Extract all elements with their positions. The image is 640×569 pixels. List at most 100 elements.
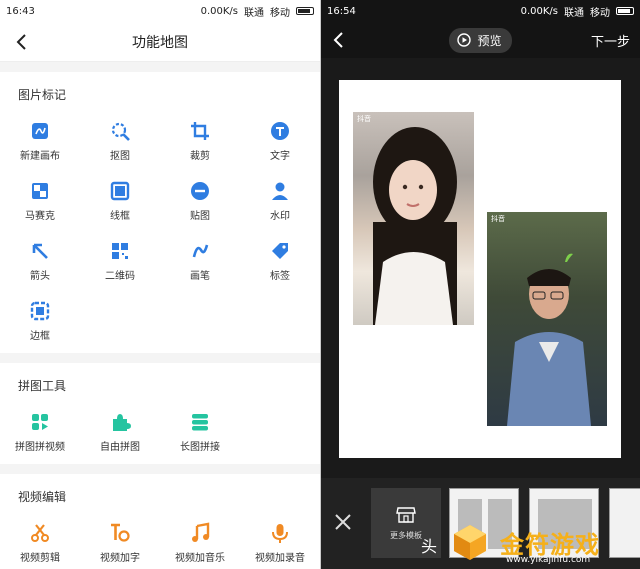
tool-label: 抠图 (110, 151, 130, 162)
arrow-icon (32, 243, 48, 259)
tool-label: 马赛克 (25, 211, 55, 222)
tool-item[interactable]: 贴图 (160, 171, 240, 231)
back-arrow-icon[interactable] (12, 32, 32, 52)
collage-video-icon (32, 414, 48, 430)
tool-label: 贴图 (190, 211, 210, 222)
status-bar: 16:43 0.00K/s 联通 移动 (0, 0, 320, 22)
music-icon (192, 522, 210, 542)
battery-icon (296, 7, 314, 15)
tool-item[interactable]: 画笔 (160, 231, 240, 291)
douyin-watermark: 抖音 (491, 215, 505, 223)
tool-label: 边框 (30, 331, 50, 342)
tool-grid: 拼图拼视频 自由拼图 长图拼接 (0, 402, 320, 464)
tool-item[interactable]: 视频加字 (80, 513, 160, 569)
tool-grid: 视频剪辑 视频加字 视频加音乐 视频加录音 (0, 513, 320, 569)
tool-label: 裁剪 (190, 151, 210, 162)
scissors-icon (31, 524, 49, 542)
watermark-url: www.yikajinfu.com (506, 555, 591, 565)
collage-editor-screen: 16:54 0.00K/s 联通 移动 预览 下一步 抖音 抖音 更多模板 头 (321, 0, 640, 569)
divider (0, 464, 320, 474)
status-bar: 16:54 0.00K/s 联通 移动 (321, 0, 640, 22)
tool-item[interactable]: 抠图 (80, 111, 160, 171)
next-step-button[interactable]: 下一步 (591, 31, 630, 50)
tool-item[interactable]: 自由拼图 (80, 402, 160, 462)
tool-item[interactable]: 文字 (240, 111, 320, 171)
tool-label: 文字 (270, 151, 290, 162)
long-image-icon (192, 414, 208, 431)
divider (0, 62, 320, 72)
photo-girl[interactable]: 抖音 (353, 112, 474, 325)
preview-label: 预览 (477, 33, 502, 48)
tool-label: 拼图拼视频 (15, 442, 65, 453)
tool-label: 画笔 (190, 271, 210, 282)
video-text-icon (111, 523, 130, 542)
back-arrow-icon[interactable] (329, 30, 349, 50)
photo-boy[interactable]: 抖音 (487, 212, 607, 426)
carrier-1: 联通 (244, 7, 264, 19)
tool-item[interactable]: 新建画布 (0, 111, 80, 171)
tool-item[interactable]: 边框 (0, 291, 80, 351)
tool-item[interactable]: 长图拼接 (160, 402, 240, 462)
tool-label: 视频剪辑 (20, 553, 60, 564)
watermark-icon (272, 182, 288, 200)
tool-label: 视频加音乐 (175, 553, 225, 564)
play-circle-icon (457, 33, 472, 47)
tool-label: 新建画布 (20, 151, 60, 162)
douyin-watermark: 抖音 (357, 115, 371, 123)
tool-grid: 新建画布 抠图 裁剪 文字马赛克 线框 贴图 水印箭头 二维码 画笔 标签边框 (0, 111, 320, 353)
cube-logo-icon (454, 525, 486, 560)
tool-item[interactable]: 水印 (240, 171, 320, 231)
tool-label: 箭头 (30, 271, 50, 282)
tool-item[interactable]: 箭头 (0, 231, 80, 291)
tool-item[interactable]: 二维码 (80, 231, 160, 291)
tag-icon (272, 243, 288, 259)
tool-label: 长图拼接 (180, 442, 220, 453)
tool-item[interactable]: 马赛克 (0, 171, 80, 231)
tool-item[interactable]: 拼图拼视频 (0, 402, 80, 462)
tool-item[interactable]: 视频加音乐 (160, 513, 240, 569)
tool-item[interactable]: 标签 (240, 231, 320, 291)
function-map-screen: 16:43 0.00K/s 联通 移动 功能地图 图片标记新建画布 抠图 裁剪 文字马… (0, 0, 320, 569)
tool-label: 线框 (110, 211, 130, 222)
network-speed: 0.00K/s (520, 5, 558, 17)
editor-top-bar: 预览 下一步 (321, 22, 640, 58)
tool-label: 视频加录音 (255, 553, 305, 564)
close-icon[interactable] (331, 510, 355, 534)
sticker-icon (191, 182, 209, 200)
crop-icon (191, 122, 209, 140)
tool-item[interactable]: 裁剪 (160, 111, 240, 171)
text-icon (271, 122, 289, 140)
top-bar: 功能地图 (0, 22, 320, 62)
tool-label: 标签 (270, 271, 290, 282)
carrier-2: 移动 (270, 7, 290, 19)
cutout-icon (111, 122, 130, 141)
tool-item[interactable]: 视频加录音 (240, 513, 320, 569)
page-title: 功能地图 (132, 34, 188, 51)
collage-canvas[interactable]: 抖音 抖音 (339, 80, 621, 458)
mic-icon (272, 524, 288, 543)
border-icon (30, 301, 50, 321)
section-title: 拼图工具 (18, 379, 67, 393)
sections: 图片标记新建画布 抠图 裁剪 文字马赛克 线框 贴图 水印箭头 二维码 画笔 标签边框拼图工具拼图… (0, 72, 320, 569)
brush-icon (192, 244, 209, 258)
mosaic-icon (32, 183, 48, 199)
tool-label: 水印 (270, 211, 290, 222)
portrait-girl-image (373, 127, 457, 325)
tool-label: 视频加字 (100, 553, 140, 564)
carrier-2: 移动 (590, 7, 610, 19)
tool-label: 二维码 (105, 271, 135, 282)
tool-item[interactable]: 线框 (80, 171, 160, 231)
battery-icon (616, 7, 634, 15)
section-title: 图片标记 (18, 88, 67, 102)
tool-label: 自由拼图 (100, 442, 140, 453)
network-speed: 0.00K/s (200, 5, 238, 17)
section-title: 视频编辑 (18, 490, 67, 504)
store-icon (396, 506, 416, 523)
more-templates-label: 更多模板 (390, 530, 422, 540)
divider (0, 353, 320, 363)
puzzle-icon (113, 414, 131, 431)
portrait-boy-image (507, 253, 591, 426)
preview-button[interactable]: 预览 (449, 27, 512, 53)
tool-item[interactable]: 视频剪辑 (0, 513, 80, 569)
frame-icon (110, 181, 130, 201)
